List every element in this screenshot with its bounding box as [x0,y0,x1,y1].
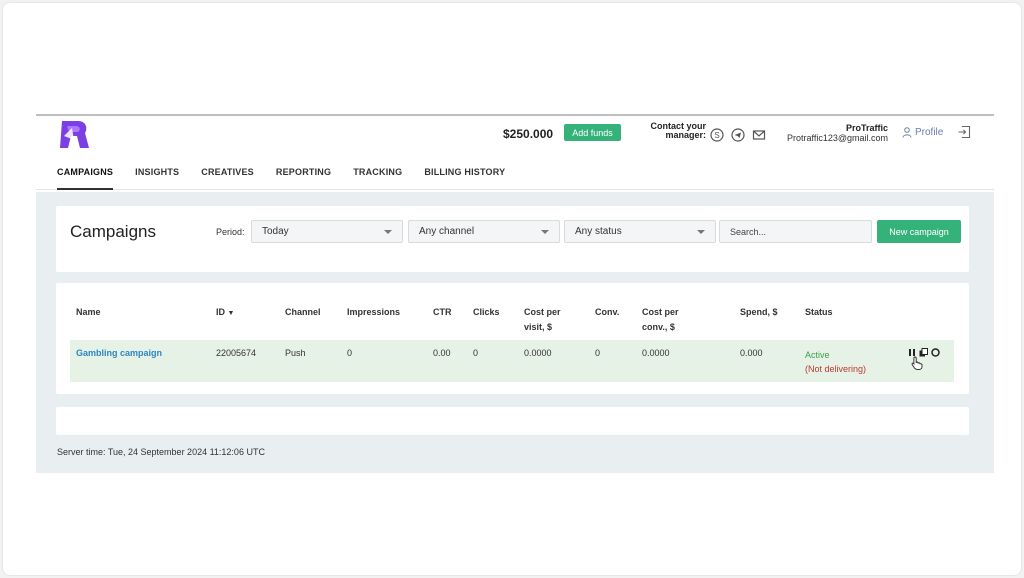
skype-icon[interactable]: S [710,128,724,142]
status-select[interactable]: Any status [564,220,716,243]
col-header-channel[interactable]: Channel [285,305,321,320]
col-header-conv[interactable]: Conv. [595,305,619,320]
logo-icon[interactable] [58,118,90,152]
col-header-cost-per-visit[interactable]: Cost per visit, $ [524,305,561,335]
status-active: Active [805,350,830,360]
col-header-id-label: ID [216,307,225,317]
header: $250.000 Add funds Contact your manager:… [36,116,994,190]
chevron-down-icon [384,230,392,234]
cell-impressions: 0 [347,348,353,358]
tab-billing-history[interactable]: BILLING HISTORY [424,167,505,190]
cell-id: 22005674 [216,348,257,358]
col-header-ctr[interactable]: CTR [433,305,452,320]
new-campaign-button[interactable]: New campaign [877,220,961,243]
app-window: $250.000 Add funds Contact your manager:… [36,114,994,473]
telegram-icon[interactable] [731,128,745,142]
chevron-down-icon [541,230,549,234]
tab-reporting[interactable]: REPORTING [276,167,331,190]
profile-link[interactable]: Profile [902,127,943,138]
period-label: Period: [216,227,245,237]
period-value: Today [262,226,289,237]
account-balance: $250.000 [503,127,554,141]
cpv-line-2: visit, $ [524,322,553,332]
logout-icon[interactable] [957,125,971,139]
page-title: Campaigns [70,222,156,241]
col-header-clicks[interactable]: Clicks [473,305,500,320]
status-note: (Not delivering) [805,364,867,374]
tab-tracking[interactable]: TRACKING [353,167,402,190]
filters-card: Campaigns Period: Today Any channel Any … [56,206,969,272]
cell-cost-per-visit: 0.0000 [524,348,552,358]
cpv-line-1: Cost per [524,307,561,317]
main-content: Campaigns Period: Today Any channel Any … [36,192,994,473]
period-select[interactable]: Today [251,220,403,243]
cell-clicks: 0 [473,348,479,358]
user-email: Protraffic123@gmail.com [786,133,888,143]
tab-campaigns[interactable]: CAMPAIGNS [57,167,114,190]
stop-icon[interactable] [931,348,940,357]
cell-ctr: 0.00 [433,348,451,358]
campaign-name-link[interactable]: Gambling campaign [76,348,162,358]
sort-desc-icon: ▼ [227,310,235,317]
cpc-line-1: Cost per [642,307,679,317]
contact-manager-label: Contact your manager: [636,122,706,140]
channel-select[interactable]: Any channel [408,220,560,243]
table-row[interactable]: Gambling campaign 22005674 Push 0 0.00 0… [70,340,954,382]
user-name: ProTraffic [845,123,888,133]
col-header-status[interactable]: Status [805,305,833,320]
tab-creatives[interactable]: CREATIVES [201,167,254,190]
cell-cost-per-conv: 0.0000 [642,348,670,358]
empty-panel [56,407,969,435]
add-funds-button[interactable]: Add funds [564,124,621,141]
hand-cursor-icon [911,356,923,370]
screen-frame: $250.000 Add funds Contact your manager:… [2,2,1022,576]
search-input[interactable] [719,220,872,243]
cell-status: Active (Not delivering) [805,348,866,376]
cell-conv: 0 [595,348,601,358]
col-header-name[interactable]: Name [76,305,101,320]
user-icon [902,127,912,138]
profile-label: Profile [915,127,944,138]
cell-spend: 0.000 [740,348,763,358]
cell-channel: Push [285,348,306,358]
channel-value: Any channel [419,226,475,237]
svg-text:S: S [714,131,719,140]
mail-icon[interactable] [752,128,766,142]
cpc-line-2: conv., $ [642,322,675,332]
col-header-impressions[interactable]: Impressions [347,305,400,320]
main-nav: CAMPAIGNS INSIGHTS CREATIVES REPORTING T… [57,167,527,190]
col-header-cost-per-conv[interactable]: Cost per conv., $ [642,305,679,335]
tab-insights[interactable]: INSIGHTS [135,167,179,190]
campaigns-table: Name ID ▼ Channel Impressions CTR Clicks… [56,283,969,394]
col-header-spend[interactable]: Spend, $ [740,305,778,320]
chevron-down-icon [697,230,705,234]
status-value: Any status [575,226,622,237]
contact-line-2: manager: [665,130,706,140]
server-time: Server time: Tue, 24 September 2024 11:1… [57,447,265,457]
col-header-id[interactable]: ID ▼ [216,305,234,321]
